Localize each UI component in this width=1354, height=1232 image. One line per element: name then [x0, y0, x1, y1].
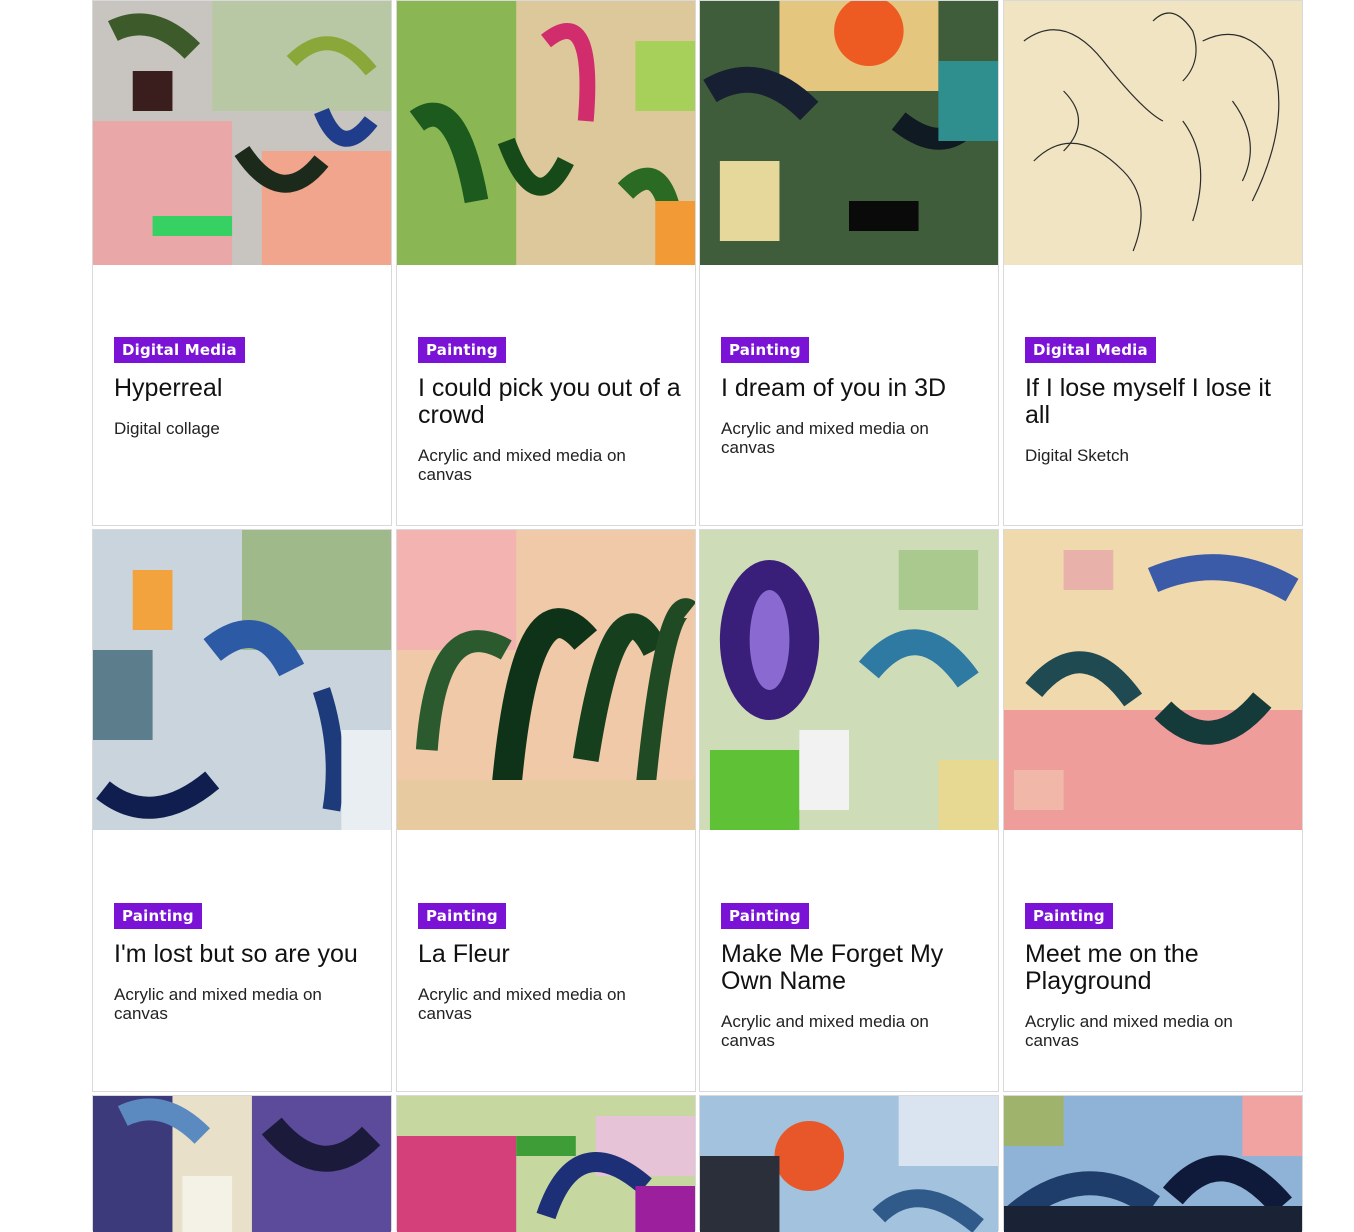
artwork-title[interactable]: Meet me on the Playground — [1025, 941, 1290, 995]
artwork-medium: Acrylic and mixed media on canvas — [114, 985, 322, 1023]
artwork-card[interactable]: Painting Make Me Forget My Own Name Acry… — [699, 529, 999, 1092]
artwork-image[interactable] — [93, 1, 391, 265]
artwork-medium: Acrylic and mixed media on canvas — [418, 446, 626, 484]
category-badge[interactable]: Painting — [114, 903, 202, 929]
artwork-card[interactable] — [396, 1095, 696, 1232]
category-badge[interactable]: Painting — [418, 903, 506, 929]
artwork-image[interactable] — [397, 530, 695, 830]
artwork-image[interactable] — [397, 1, 695, 265]
category-badge[interactable]: Digital Media — [114, 337, 245, 363]
artwork-title[interactable]: I dream of you in 3D — [721, 375, 986, 402]
artwork-card[interactable]: Painting I dream of you in 3D Acrylic an… — [699, 0, 999, 526]
artwork-medium: Acrylic and mixed media on canvas — [721, 1012, 929, 1050]
artwork-card[interactable]: Painting Meet me on the Playground Acryl… — [1003, 529, 1303, 1092]
artwork-title[interactable]: Hyperreal — [114, 375, 379, 402]
artwork-image[interactable] — [93, 530, 391, 830]
artwork-card[interactable]: Digital Media If I lose myself I lose it… — [1003, 0, 1303, 526]
category-badge[interactable]: Digital Media — [1025, 337, 1156, 363]
artwork-card[interactable] — [699, 1095, 999, 1232]
artwork-title[interactable]: La Fleur — [418, 941, 683, 968]
artwork-title[interactable]: If I lose myself I lose it all — [1025, 375, 1290, 429]
artwork-card[interactable]: Painting La Fleur Acrylic and mixed medi… — [396, 529, 696, 1092]
artwork-card[interactable]: Painting I'm lost but so are you Acrylic… — [92, 529, 392, 1092]
category-badge[interactable]: Painting — [418, 337, 506, 363]
artwork-medium: Acrylic and mixed media on canvas — [1025, 1012, 1233, 1050]
artwork-title[interactable]: I could pick you out of a crowd — [418, 375, 683, 429]
artwork-medium: Digital Sketch — [1025, 446, 1129, 465]
artwork-image[interactable] — [1004, 530, 1302, 830]
artwork-image[interactable] — [700, 530, 998, 830]
artwork-card[interactable] — [92, 1095, 392, 1232]
artwork-card[interactable]: Painting I could pick you out of a crowd… — [396, 0, 696, 526]
artwork-image[interactable] — [1004, 1, 1302, 265]
artwork-image[interactable] — [93, 1096, 391, 1232]
artwork-card[interactable] — [1003, 1095, 1303, 1232]
category-badge[interactable]: Painting — [721, 903, 809, 929]
category-badge[interactable]: Painting — [721, 337, 809, 363]
artwork-title[interactable]: Make Me Forget My Own Name — [721, 941, 986, 995]
artwork-image[interactable] — [1004, 1096, 1302, 1232]
artwork-medium: Acrylic and mixed media on canvas — [418, 985, 626, 1023]
artwork-image[interactable] — [700, 1096, 998, 1232]
category-badge[interactable]: Painting — [1025, 903, 1113, 929]
artwork-medium: Acrylic and mixed media on canvas — [721, 419, 929, 457]
artwork-image[interactable] — [700, 1, 998, 265]
artwork-card[interactable]: Digital Media Hyperreal Digital collage — [92, 0, 392, 526]
artwork-medium: Digital collage — [114, 419, 220, 438]
artwork-title[interactable]: I'm lost but so are you — [114, 941, 379, 968]
artwork-image[interactable] — [397, 1096, 695, 1232]
